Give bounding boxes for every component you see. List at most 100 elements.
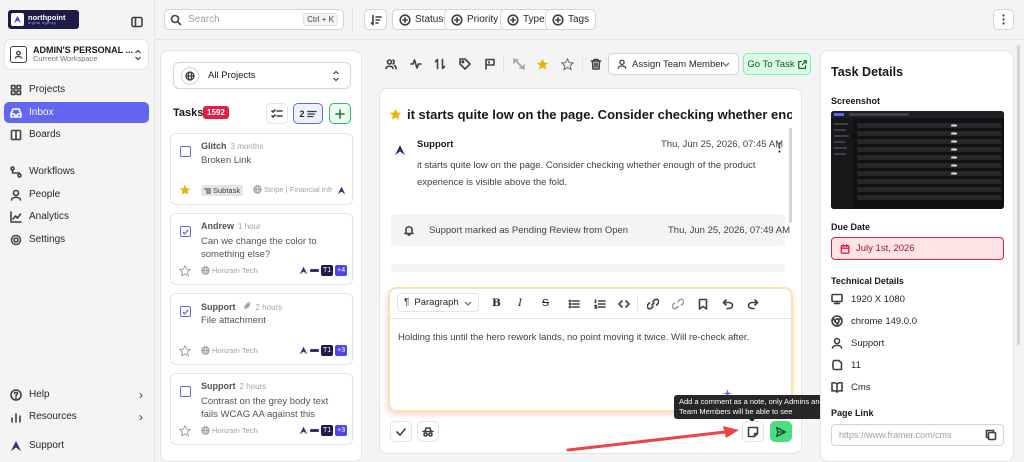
task-card[interactable]: Andrew 1 hour Can we change the color to…	[170, 213, 353, 285]
task-checkbox[interactable]	[180, 306, 191, 317]
task-card-project: Horizam Tech	[212, 426, 258, 435]
due-date-field[interactable]: July 1st, 2026	[831, 237, 1004, 260]
filter-priority[interactable]: Priority	[444, 9, 506, 30]
mark-done-button[interactable]	[390, 421, 412, 442]
redo-icon[interactable]	[747, 298, 759, 310]
strike-button[interactable]: S	[542, 297, 549, 309]
go-to-task-button[interactable]: Go To Task	[743, 53, 811, 75]
people-icon[interactable]	[385, 58, 397, 70]
star-outline-icon[interactable]	[179, 425, 191, 437]
nav-settings[interactable]: Settings	[4, 229, 149, 250]
link-icon[interactable]	[647, 298, 659, 310]
task-checkbox[interactable]	[180, 386, 191, 397]
task-card-body: Broken Link	[201, 155, 252, 166]
incognito-button[interactable]	[417, 421, 439, 442]
filter-priority-label: Priority	[467, 14, 499, 25]
bullet-list-icon[interactable]	[568, 298, 580, 310]
flag-icon[interactable]	[484, 58, 496, 70]
page-link-input[interactable]: https://www.framer.com/cms	[839, 430, 985, 440]
globe-icon	[201, 266, 210, 275]
star-outline-icon[interactable]	[179, 345, 191, 357]
user-profile[interactable]: Support	[4, 435, 149, 456]
more-vertical-icon[interactable]	[778, 142, 781, 153]
brand-logo[interactable]: northpoint digital agency	[8, 10, 79, 29]
code-icon[interactable]	[618, 298, 630, 310]
screenshot-thumbnail[interactable]	[831, 111, 1004, 209]
details-scrollbar[interactable]	[1017, 45, 1020, 345]
sort-arrows-icon[interactable]	[434, 58, 446, 70]
nav-workflows-label: Workflows	[29, 166, 75, 177]
nav-people[interactable]: People	[4, 184, 149, 205]
browser-value: chrome 149.0.0	[851, 315, 918, 327]
filter-type[interactable]: Type	[500, 9, 552, 30]
gear-icon	[10, 234, 22, 245]
nav-projects[interactable]: Projects	[4, 79, 149, 100]
copy-icon[interactable]	[985, 429, 997, 441]
undo-icon[interactable]	[722, 298, 734, 310]
sort-icon	[370, 14, 382, 25]
inbox-icon	[10, 107, 22, 118]
assignee-logo-icon	[310, 349, 319, 352]
search-bar[interactable]: Search Ctrl + K	[164, 9, 344, 30]
unlink-icon[interactable]	[672, 298, 684, 310]
pilcrow-icon: ¶	[404, 297, 410, 308]
block-type-select[interactable]: ¶ Paragraph	[397, 293, 479, 312]
star-filled-icon[interactable]	[536, 58, 549, 71]
nav-analytics[interactable]: Analytics	[4, 206, 149, 227]
star-filled-icon[interactable]	[179, 184, 191, 196]
task-checkbox[interactable]	[180, 146, 191, 157]
shield-icon	[832, 359, 843, 371]
task-card[interactable]: Glitch 3 months Broken Link Subtask Stri…	[170, 133, 353, 205]
logo-mark-icon	[11, 13, 24, 26]
more-assignees-badge: +3	[335, 425, 348, 436]
task-card[interactable]: Support 2 hours File attachment Horizam …	[170, 293, 353, 365]
bold-button[interactable]: B	[492, 297, 501, 309]
nav-help[interactable]: Help ›	[4, 384, 149, 405]
star-filled-icon[interactable]	[389, 108, 402, 121]
chevron-right-icon: ›	[139, 388, 143, 402]
globe-icon	[253, 185, 262, 194]
search-input[interactable]: Search	[188, 14, 297, 25]
star-outline-icon[interactable]	[179, 265, 191, 277]
nav-resources[interactable]: Resources ›	[4, 406, 149, 427]
chevron-updown-icon	[134, 49, 142, 61]
add-note-button[interactable]	[742, 421, 764, 442]
star-outline-icon[interactable]	[561, 58, 574, 71]
brand-tagline: digital agency	[28, 20, 57, 25]
sort-button[interactable]	[364, 9, 387, 30]
nav-workflows[interactable]: Workflows	[4, 161, 149, 182]
bookmark-icon[interactable]	[697, 298, 709, 310]
task-card-time: 1 hour	[238, 222, 261, 231]
task-checkbox[interactable]	[180, 226, 191, 237]
ordered-list-icon[interactable]	[594, 298, 606, 310]
trash-icon[interactable]	[590, 58, 602, 70]
project-select[interactable]: All Projects	[173, 62, 351, 89]
italic-button[interactable]: I	[518, 297, 522, 309]
unlink-icon[interactable]	[513, 58, 525, 70]
scrollbar[interactable]	[789, 128, 792, 223]
collapse-sidebar-icon[interactable]	[131, 16, 143, 28]
filter-status[interactable]: Status	[392, 9, 451, 30]
assignee-logo-icon	[310, 269, 319, 272]
page-link-field[interactable]: https://www.framer.com/cms	[831, 424, 1004, 446]
more-options-button[interactable]	[993, 9, 1014, 30]
list-view-button[interactable]: 2	[293, 103, 323, 124]
filter-tags[interactable]: Tags	[545, 9, 597, 30]
nav-inbox-label: Inbox	[29, 107, 54, 118]
filter-tags-label: Tags	[568, 14, 590, 25]
nav-people-label: People	[29, 189, 61, 200]
nav-inbox[interactable]: Inbox	[4, 102, 149, 123]
checklist-view-button[interactable]	[266, 103, 288, 124]
activity-icon[interactable]	[410, 58, 422, 70]
assign-team-member-select[interactable]: Assign Team Member	[608, 53, 739, 75]
chevron-updown-icon	[332, 70, 340, 82]
view-count: 2	[299, 108, 305, 119]
add-task-button[interactable]	[329, 103, 351, 124]
workspace-switcher[interactable]: ADMIN'S PERSONAL ... Current Workspace	[4, 39, 149, 70]
nav-boards[interactable]: Boards	[4, 124, 149, 145]
task-card[interactable]: Support 2 hours Contrast on the grey bod…	[170, 373, 353, 445]
tag-icon[interactable]	[459, 58, 471, 70]
subtask-icon	[204, 188, 211, 193]
send-button[interactable]	[770, 421, 792, 442]
comment-draft-input[interactable]: Holding this until the hero rework lands…	[398, 332, 783, 343]
